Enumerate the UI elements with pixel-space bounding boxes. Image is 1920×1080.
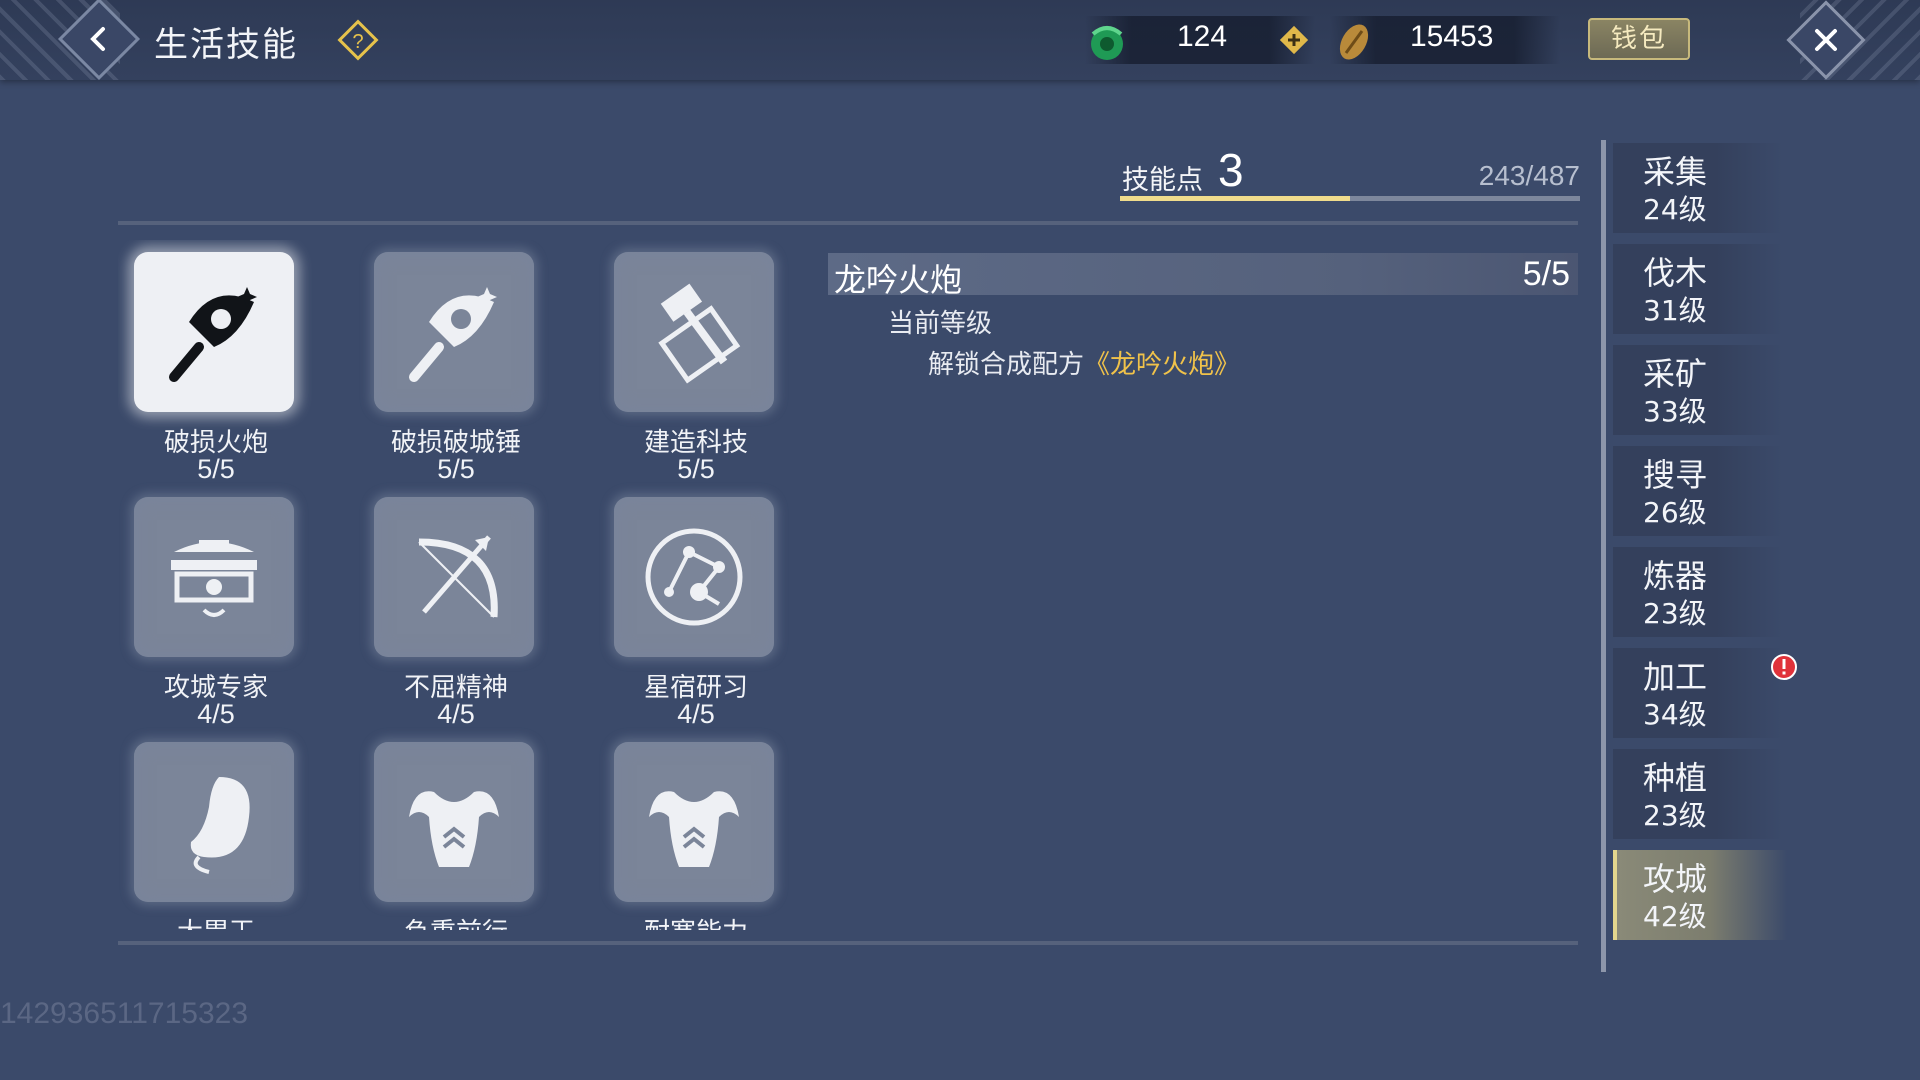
watermark-id: 142936511715323	[0, 997, 249, 1030]
help-button[interactable]: ?	[336, 18, 380, 62]
skill-card[interactable]: 建造科技 5/5	[598, 240, 798, 484]
skill-card[interactable]: 耐寒能力	[598, 730, 798, 930]
coin-shell-icon	[1339, 24, 1369, 60]
coin-value: 15453	[1410, 20, 1494, 53]
category-name: 采集	[1643, 153, 1708, 191]
category-tab-logging[interactable]: 伐木 31级	[1613, 244, 1783, 334]
constellation-icon	[645, 528, 743, 626]
skill-card[interactable]: 攻城专家 4/5	[118, 485, 318, 729]
skill-detail-header: 龙吟火炮 5/5	[828, 253, 1578, 299]
jade-icon	[1091, 26, 1123, 60]
skill-level: 4/5	[677, 699, 715, 729]
skill-card[interactable]: 负重前行	[358, 730, 558, 930]
skill-icon-frame	[614, 252, 774, 412]
category-level: 33级	[1643, 395, 1707, 428]
chevron-left-icon	[90, 27, 105, 51]
skill-icon-frame	[134, 742, 294, 902]
category-level: 34级	[1643, 698, 1707, 731]
skill-card[interactable]: 大胃王	[118, 730, 318, 930]
pavilion-icon	[171, 540, 257, 617]
svg-text:?: ?	[352, 31, 363, 53]
category-tab-processing[interactable]: 加工 34级	[1613, 648, 1783, 738]
unlock-description: 解锁合成配方《龙吟火炮》	[928, 344, 1240, 381]
skill-icon-frame	[134, 497, 294, 657]
skill-level: 5/5	[437, 454, 475, 484]
jade-value: 124	[1177, 20, 1228, 53]
category-level: 31级	[1643, 294, 1707, 327]
skill-name: 大胃王	[118, 912, 314, 930]
help-icon: ?	[337, 19, 379, 61]
current-level-label: 当前等级	[888, 309, 993, 339]
skill-card[interactable]: 不屈精神 4/5	[358, 485, 558, 729]
page-title: 生活技能	[154, 25, 298, 65]
category-level: 24级	[1643, 193, 1707, 226]
skill-card[interactable]: 破损火炮 5/5	[118, 240, 318, 484]
category-name: 攻城	[1643, 860, 1708, 898]
skill-icon-frame	[374, 252, 534, 412]
skill-points-progress-bar	[1120, 196, 1580, 201]
muscle-icon	[409, 791, 499, 867]
category-rail	[1601, 140, 1606, 972]
alert-icon	[1771, 654, 1797, 680]
skill-points-value: 3	[1218, 144, 1244, 196]
skill-grid[interactable]: 破损火炮 5/5 破损破城锤 5/5 建造科技 5/5 攻城专家 4/5 不屈精…	[118, 240, 798, 930]
divider	[118, 941, 1578, 945]
category-tab-mining[interactable]: 采矿 33级	[1613, 345, 1783, 435]
category-name: 种植	[1643, 759, 1708, 797]
skill-icon-frame	[374, 742, 534, 902]
plus-icon	[1279, 25, 1309, 55]
skill-icon-frame	[614, 742, 774, 902]
skill-detail-level: 5/5	[1522, 255, 1570, 293]
muscle-icon	[649, 791, 739, 867]
skill-level: 5/5	[677, 454, 715, 484]
category-level: 23级	[1643, 799, 1707, 832]
skill-icon-frame	[374, 497, 534, 657]
category-tab-gather[interactable]: 采集 24级	[1613, 143, 1783, 233]
category-name: 伐木	[1643, 254, 1708, 292]
category-level: 26级	[1643, 496, 1707, 529]
axe-icon	[409, 287, 497, 382]
category-tab-planting[interactable]: 种植 23级	[1613, 749, 1783, 839]
divider	[118, 221, 1578, 225]
top-bar: 生活技能 ? 124 15453 钱包	[0, 0, 1920, 81]
category-level: 42级	[1643, 900, 1707, 933]
axe-icon	[169, 287, 257, 382]
category-tab-search[interactable]: 搜寻 26级	[1613, 446, 1783, 536]
wallet-button[interactable]: 钱包	[1588, 18, 1690, 60]
skill-detail-title: 龙吟火炮	[834, 261, 963, 299]
category-tab-forging[interactable]: 炼器 23级	[1613, 547, 1783, 637]
skill-level: 4/5	[437, 699, 475, 729]
category-name: 搜寻	[1643, 456, 1708, 494]
category-name: 采矿	[1643, 355, 1708, 393]
skill-icon-frame	[134, 252, 294, 412]
skill-name: 负重前行	[358, 912, 554, 930]
stomach-icon	[190, 777, 250, 874]
skill-level: 4/5	[197, 699, 235, 729]
skill-icon-frame	[614, 497, 774, 657]
unlock-prefix: 解锁合成配方	[928, 350, 1085, 380]
skill-card[interactable]: 破损破城锤 5/5	[358, 240, 558, 484]
coin-currency: 15453	[1330, 16, 1560, 64]
category-name: 加工	[1643, 658, 1708, 696]
skill-level: 5/5	[197, 454, 235, 484]
bow-arrow-icon	[418, 535, 498, 618]
skill-points-progress-fill	[1120, 196, 1350, 201]
skill-points-progress-text: 243/487	[1478, 160, 1580, 191]
add-currency-button[interactable]	[1278, 24, 1310, 56]
close-icon	[1815, 29, 1837, 52]
skill-name: 耐寒能力	[598, 912, 794, 930]
skill-card[interactable]: 星宿研习 4/5	[598, 485, 798, 729]
category-tab-siege[interactable]: 攻城 42级	[1613, 850, 1787, 940]
skill-points-label: 技能点	[1122, 165, 1203, 196]
unlock-recipe-name: 《龙吟火炮》	[1084, 350, 1241, 380]
hammer-blueprint-icon	[658, 283, 741, 384]
category-level: 23级	[1643, 597, 1707, 630]
category-name: 炼器	[1643, 557, 1708, 595]
